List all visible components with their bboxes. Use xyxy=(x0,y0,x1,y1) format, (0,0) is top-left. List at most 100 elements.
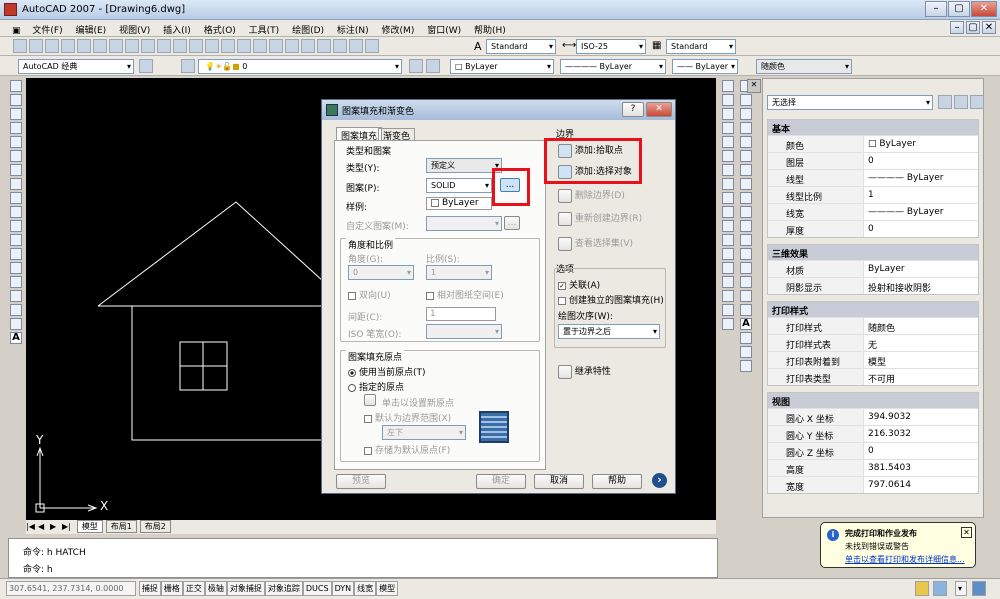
polygon-icon[interactable] xyxy=(10,122,22,134)
break-point-icon[interactable] xyxy=(740,234,752,246)
zoom-window-icon[interactable] xyxy=(237,39,251,53)
toolpalette-icon[interactable] xyxy=(301,39,315,53)
tab-model[interactable]: 模型 xyxy=(76,520,103,533)
grid-toggle[interactable]: 栅格 xyxy=(160,581,183,596)
doc-close-button[interactable]: ✕ xyxy=(982,21,996,34)
array-icon[interactable] xyxy=(740,136,752,148)
close-button[interactable]: ✕ xyxy=(971,1,997,17)
section-title[interactable]: 打印样式 xyxy=(768,302,978,317)
dim-angular-icon[interactable] xyxy=(722,178,734,190)
prop-row[interactable]: 打印样式 随颜色 xyxy=(768,317,978,334)
prop-row[interactable]: 线型 ———— ByLayer xyxy=(768,169,978,186)
menu-edit[interactable]: 编辑(E) xyxy=(70,20,111,36)
polar-toggle[interactable]: 极轴 xyxy=(204,581,227,596)
mirror-icon[interactable] xyxy=(740,108,752,120)
ducs-toggle[interactable]: DUCS xyxy=(302,581,332,596)
lwt-toggle[interactable]: 线宽 xyxy=(354,581,377,596)
prop-row[interactable]: 厚度 0 xyxy=(768,220,978,237)
tab-last-button[interactable]: ▶| xyxy=(62,522,74,531)
text-icon[interactable]: A xyxy=(740,318,752,330)
dim-update-icon[interactable] xyxy=(722,304,734,316)
properties-icon[interactable] xyxy=(269,39,283,53)
tab-layout1[interactable]: 布局1 xyxy=(105,520,137,533)
osnap-toggle[interactable]: 对象捕捉 xyxy=(226,581,265,596)
help-button[interactable]: 帮助 xyxy=(592,474,642,489)
pattern-combo[interactable]: SOLID xyxy=(426,178,492,193)
spline-icon[interactable] xyxy=(10,192,22,204)
table-icon[interactable] xyxy=(10,318,22,330)
section-title[interactable]: 基本 xyxy=(768,120,978,135)
more-options-button[interactable]: › xyxy=(652,473,667,488)
independent-checkbox[interactable]: 创建独立的图案填充(H) xyxy=(558,293,664,306)
undo-icon[interactable] xyxy=(173,39,187,53)
layer-previous-icon[interactable] xyxy=(426,59,440,73)
dim-aligned-icon[interactable] xyxy=(722,94,734,106)
cut-icon[interactable] xyxy=(109,39,123,53)
tab-prev-button[interactable]: ◀ xyxy=(38,522,50,531)
coordinate-readout[interactable]: 307.6541, 237.7314, 0.0000 xyxy=(6,581,136,596)
extend-icon[interactable] xyxy=(740,220,752,232)
continue-icon[interactable] xyxy=(722,220,734,232)
menu-file[interactable]: 文件(F) xyxy=(27,20,67,36)
tab-first-button[interactable]: |◀ xyxy=(26,522,38,531)
prop-row[interactable]: 线宽 ———— ByLayer xyxy=(768,203,978,220)
rectangle-icon[interactable] xyxy=(10,136,22,148)
polyline-icon[interactable] xyxy=(10,108,22,120)
specified-radio[interactable]: 指定的原点 xyxy=(348,380,404,393)
pattern-browse-button[interactable]: ... xyxy=(500,178,520,192)
revcloud-icon[interactable] xyxy=(10,178,22,190)
text-style-combo[interactable]: Standard xyxy=(486,39,556,54)
dyn-toggle[interactable]: DYN xyxy=(331,581,355,596)
dim-style-combo[interactable]: ISO-25 xyxy=(576,39,646,54)
swatch-preview[interactable]: ByLayer xyxy=(426,197,492,210)
zoom-previous-icon[interactable] xyxy=(253,39,267,53)
markup-icon[interactable] xyxy=(333,39,347,53)
plotstyle-combo[interactable]: 随颜色 xyxy=(756,59,852,74)
dim-jogged-icon[interactable] xyxy=(722,150,734,162)
prop-row[interactable]: 打印表附着到 模型 xyxy=(768,351,978,368)
menu-draw[interactable]: 绘图(D) xyxy=(287,20,329,36)
dialog-close-button[interactable]: ✕ xyxy=(646,102,672,117)
menu-tools[interactable]: 工具(T) xyxy=(244,20,285,36)
save-icon[interactable] xyxy=(45,39,59,53)
sheetset-icon[interactable] xyxy=(317,39,331,53)
dim-edit-icon[interactable] xyxy=(722,276,734,288)
dim-linear-icon[interactable] xyxy=(722,80,734,92)
region-icon[interactable] xyxy=(10,304,22,316)
new-icon[interactable] xyxy=(13,39,27,53)
help-icon[interactable] xyxy=(365,39,379,53)
table-style-combo[interactable]: Standard xyxy=(666,39,736,54)
circle-icon[interactable] xyxy=(10,164,22,176)
clean-screen-icon[interactable] xyxy=(972,581,986,596)
layer-manager-icon[interactable] xyxy=(181,59,195,73)
field-icon[interactable] xyxy=(740,346,752,358)
linetype-combo[interactable]: ———— ByLayer xyxy=(560,59,666,74)
rotate-icon[interactable] xyxy=(740,164,752,176)
workspace-settings-icon[interactable] xyxy=(139,59,153,73)
copy-icon[interactable] xyxy=(125,39,139,53)
make-block-icon[interactable] xyxy=(10,248,22,260)
color-combo[interactable]: □ ByLayer xyxy=(450,59,554,74)
command-window[interactable]: 命令: h HATCH 命令: h xyxy=(8,538,718,578)
menu-modify[interactable]: 修改(M) xyxy=(377,20,420,36)
copy-object-icon[interactable] xyxy=(740,94,752,106)
workspace-combo[interactable]: AutoCAD 经典 xyxy=(18,59,134,74)
prop-row[interactable]: 宽度 797.0614 xyxy=(768,476,978,493)
explode-icon[interactable] xyxy=(740,304,752,316)
dim-ordinate-icon[interactable] xyxy=(722,122,734,134)
quick-dim-icon[interactable] xyxy=(722,192,734,204)
prop-row[interactable]: 打印表类型 不可用 xyxy=(768,368,978,385)
prop-row[interactable]: 材质 ByLayer xyxy=(768,260,978,277)
break-icon[interactable] xyxy=(740,248,752,260)
scale-icon[interactable] xyxy=(740,178,752,190)
zoom-realtime-icon[interactable] xyxy=(221,39,235,53)
otrack-toggle[interactable]: 对象追踪 xyxy=(264,581,303,596)
comm-center-icon[interactable] xyxy=(933,581,947,596)
dim-style-icon[interactable] xyxy=(722,318,734,330)
prop-row[interactable]: 打印样式表无 xyxy=(768,334,978,351)
doc-restore-button[interactable]: ▢ xyxy=(966,21,980,34)
insert-block-icon[interactable] xyxy=(10,234,22,246)
prop-row[interactable]: 圆心 Z 坐标 0 xyxy=(768,442,978,459)
offset-icon[interactable] xyxy=(740,122,752,134)
notification-close-icon[interactable]: ✕ xyxy=(961,527,972,538)
